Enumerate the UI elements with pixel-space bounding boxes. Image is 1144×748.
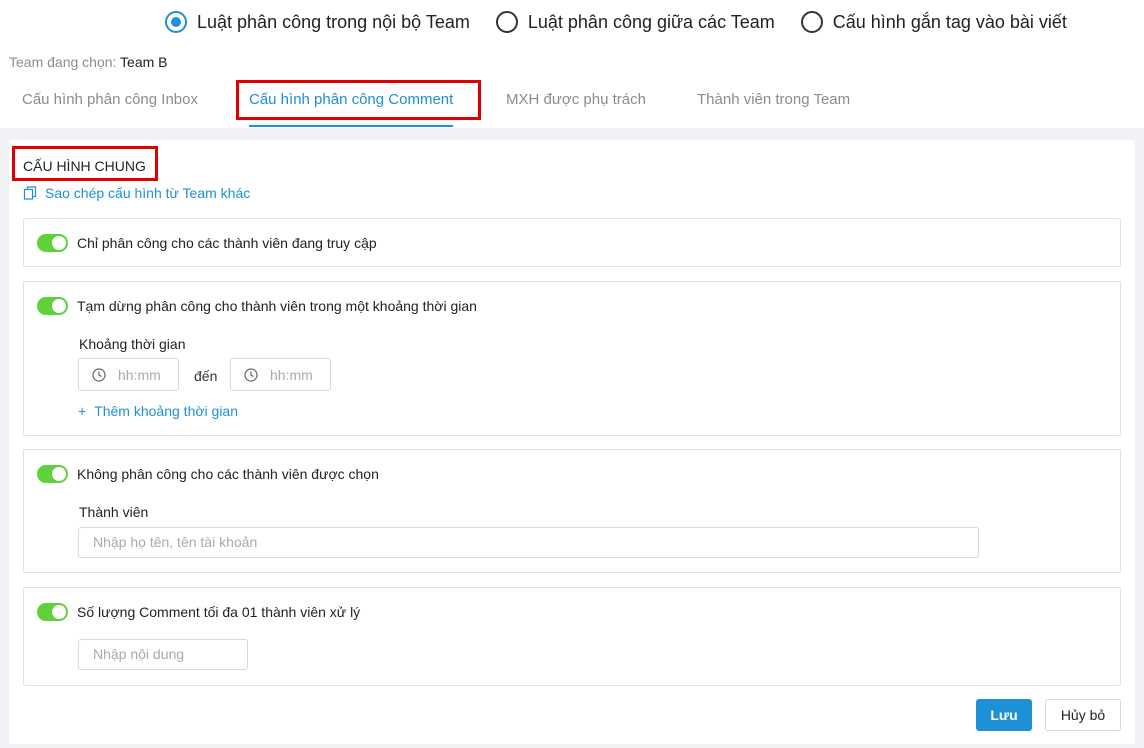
max-comments-title: Số lượng Comment tối đa 01 thành viên xử… — [77, 604, 361, 620]
online-only-toggle[interactable] — [37, 234, 68, 252]
add-time-range-link[interactable]: + Thêm khoảng thời gian — [78, 403, 238, 419]
section-title: CẤU HÌNH CHUNG — [23, 158, 146, 174]
rule-type-radio-group: Luật phân công trong nội bộ Team Luật ph… — [165, 11, 1093, 33]
tab-social-networks[interactable]: MXH được phụ trách — [506, 80, 646, 124]
copy-icon — [23, 186, 37, 200]
radio-between-teams-rule[interactable]: Luật phân công giữa các Team — [495, 11, 775, 33]
config-tabs: Cấu hình phân công Inbox Cấu hình phân c… — [0, 80, 1144, 127]
general-config-panel: CẤU HÌNH CHUNG Sao chép cấu hình từ Team… — [9, 140, 1135, 744]
tab-inbox-config[interactable]: Cấu hình phân công Inbox — [22, 80, 198, 124]
member-search-input[interactable]: Nhập họ tên, tên tài khoản — [78, 527, 979, 558]
time-range-label: Khoảng thời gian — [79, 336, 186, 352]
member-label: Thành viên — [79, 504, 149, 520]
max-comments-toggle[interactable] — [37, 603, 68, 621]
radio-label: Cấu hình gắn tag vào bài viết — [832, 11, 1067, 32]
card-pause-assignment: Tạm dừng phân công cho thành viên trong … — [23, 281, 1121, 436]
card-online-only: Chỉ phân công cho các thành viên đang tr… — [23, 218, 1121, 267]
max-comments-input[interactable]: Nhập nội dung — [78, 639, 248, 670]
card-exclude-members: Không phân công cho các thành viên được … — [23, 449, 1121, 573]
radio-label: Luật phân công trong nội bộ Team — [197, 11, 470, 32]
plus-icon: + — [78, 403, 87, 419]
radio-checked-icon — [165, 11, 187, 33]
radio-post-tag-config[interactable]: Cấu hình gắn tag vào bài viết — [800, 11, 1067, 33]
time-to-placeholder: hh:mm — [270, 366, 313, 383]
radio-unchecked-icon — [495, 11, 518, 33]
time-to-separator: đến — [194, 368, 218, 384]
clock-icon — [244, 367, 258, 382]
copy-config-label: Sao chép cấu hình từ Team khác — [45, 185, 251, 201]
copy-config-link[interactable]: Sao chép cấu hình từ Team khác — [23, 185, 250, 201]
selected-team: Team đang chọn: Team B — [9, 54, 168, 70]
radio-label: Luật phân công giữa các Team — [527, 11, 775, 32]
tab-comment-config[interactable]: Cấu hình phân công Comment — [249, 80, 454, 127]
pause-title: Tạm dừng phân công cho thành viên trong … — [77, 298, 477, 314]
selected-team-value: Team B — [120, 54, 168, 70]
selected-team-label: Team đang chọn: — [9, 54, 117, 70]
time-from-input[interactable]: hh:mm — [78, 358, 179, 391]
radio-internal-team-rule[interactable]: Luật phân công trong nội bộ Team — [165, 11, 470, 33]
online-only-title: Chỉ phân công cho các thành viên đang tr… — [77, 235, 377, 251]
time-from-placeholder: hh:mm — [118, 366, 161, 383]
cancel-button[interactable]: Hủy bỏ — [1045, 699, 1121, 731]
top-bar: Luật phân công trong nội bộ Team Luật ph… — [0, 0, 1144, 128]
tab-team-members[interactable]: Thành viên trong Team — [697, 80, 850, 124]
pause-toggle[interactable] — [37, 297, 68, 315]
add-time-range-label: Thêm khoảng thời gian — [94, 403, 239, 419]
exclude-title: Không phân công cho các thành viên được … — [77, 466, 379, 482]
save-button[interactable]: Lưu — [976, 699, 1032, 731]
clock-icon — [92, 367, 106, 382]
radio-unchecked-icon — [800, 11, 823, 33]
exclude-toggle[interactable] — [37, 465, 68, 483]
card-max-comments: Số lượng Comment tối đa 01 thành viên xử… — [23, 587, 1121, 686]
time-to-input[interactable]: hh:mm — [230, 358, 331, 391]
